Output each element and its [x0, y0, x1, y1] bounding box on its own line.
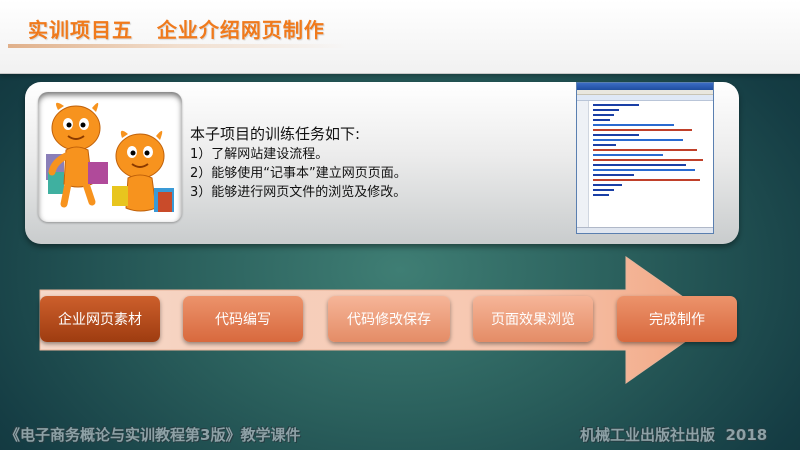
- step-enterprise-material[interactable]: 企业网页素材: [40, 296, 160, 342]
- footer-publisher: 机械工业出版社出版 2018: [580, 426, 768, 444]
- process-arrow-icon: [39, 256, 717, 384]
- step-finish[interactable]: 完成制作: [617, 296, 737, 342]
- step-code-writing[interactable]: 代码编写: [183, 296, 303, 342]
- footer-course-title: 《电子商务概论与实训教程第3版》教学课件: [5, 426, 301, 444]
- step-code-edit-save[interactable]: 代码修改保存: [328, 296, 450, 342]
- step-page-preview[interactable]: 页面效果浏览: [473, 296, 593, 342]
